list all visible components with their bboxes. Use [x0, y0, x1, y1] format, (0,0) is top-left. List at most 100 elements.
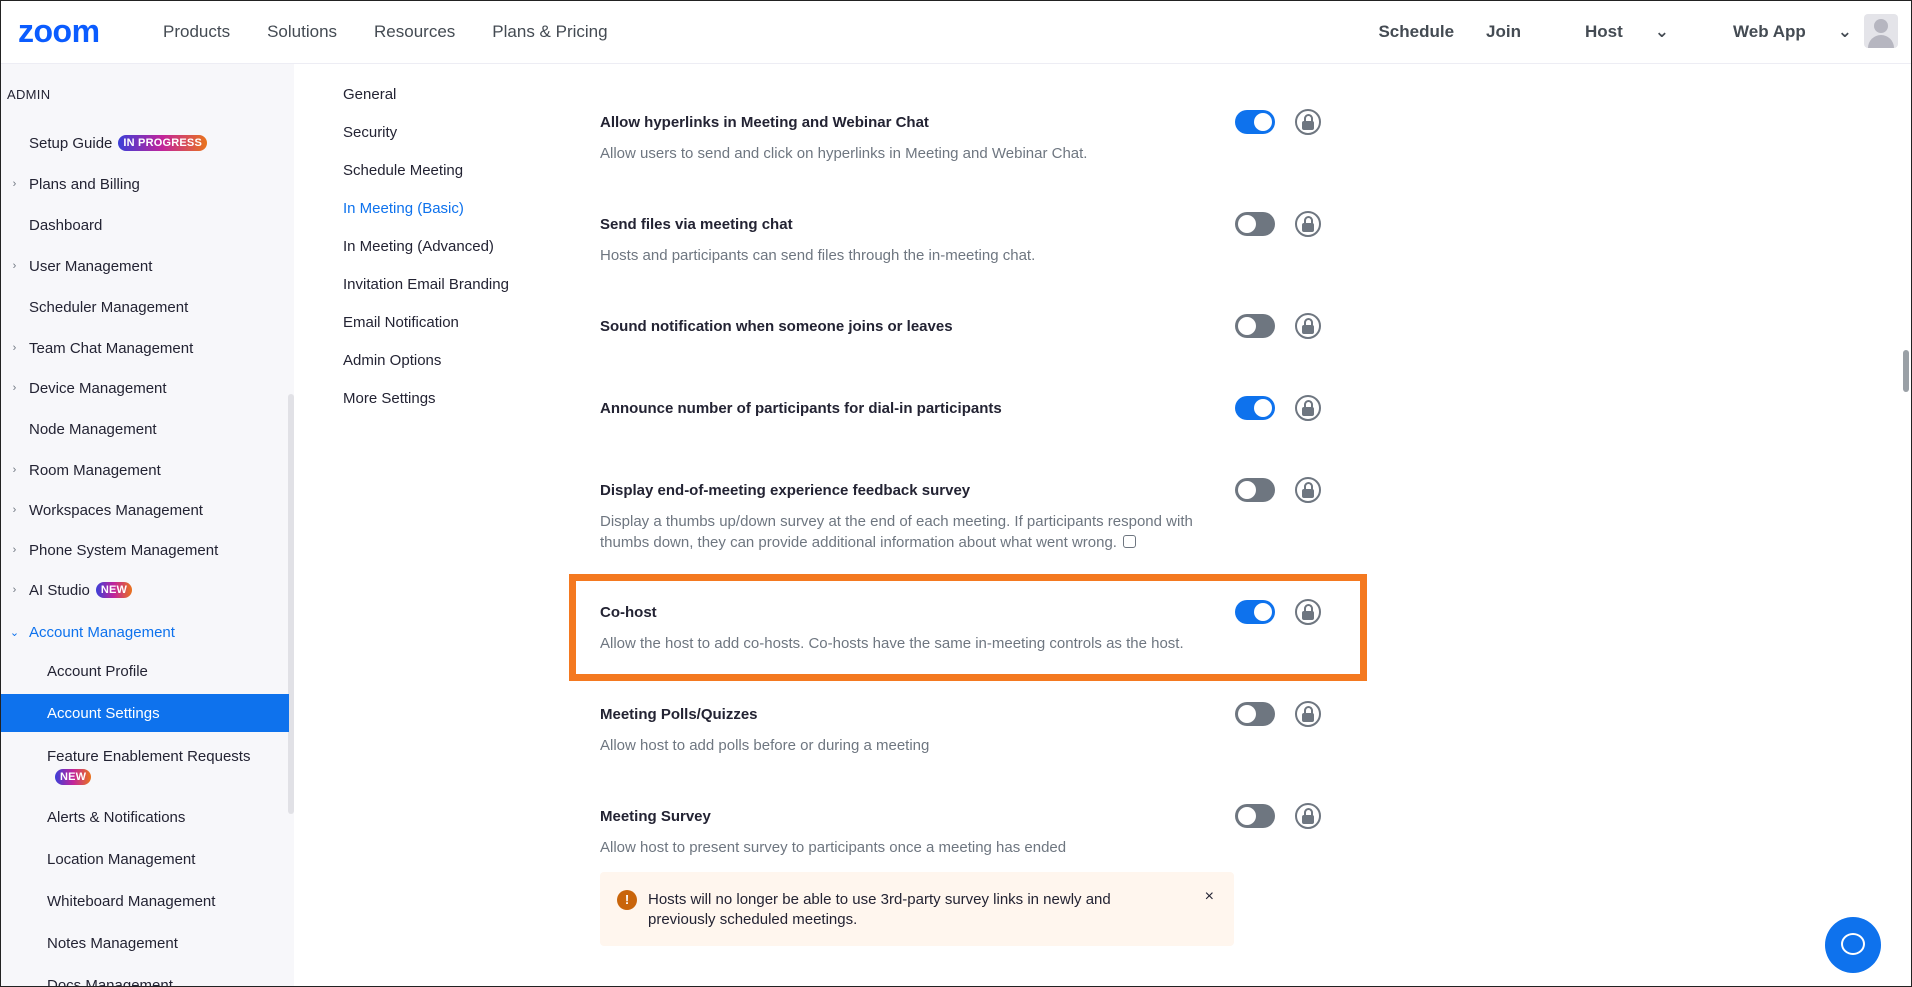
- toggle-feedback-survey[interactable]: [1235, 478, 1275, 502]
- sidebar-item-label: Notes Management: [47, 934, 178, 952]
- setting-desc-meeting-survey: Allow host to present survey to particip…: [600, 839, 1067, 856]
- setting-title-meeting-survey: Meeting Survey: [600, 808, 711, 825]
- settings-tab-admin-options[interactable]: Admin Options: [343, 352, 441, 369]
- sidebar-item-label: Node Management: [29, 420, 157, 438]
- new-badge: NEW: [95, 582, 133, 598]
- lock-icon[interactable]: [1295, 395, 1321, 421]
- nav-resources[interactable]: Resources: [374, 22, 455, 42]
- sidebar-item-ai-studio[interactable]: › AI Studio NEW: [0, 571, 289, 609]
- sidebar-item-notes-management[interactable]: Notes Management: [0, 924, 289, 962]
- nav-solutions[interactable]: Solutions: [267, 22, 337, 42]
- web-app-menu[interactable]: Web App ⌄: [1701, 22, 1852, 42]
- setting-desc-polls: Allow host to add polls before or during…: [600, 737, 930, 754]
- sidebar-item-label: Workspaces Management: [29, 501, 203, 519]
- sidebar-item-label: Phone System Management: [29, 541, 219, 559]
- notice-text: Hosts will no longer be able to use 3rd-…: [648, 891, 1111, 928]
- schedule-link[interactable]: Schedule: [1378, 22, 1454, 42]
- nav-products[interactable]: Products: [163, 22, 230, 42]
- sidebar-item-label: AI Studio: [29, 581, 90, 599]
- sidebar-item-dashboard[interactable]: Dashboard: [0, 206, 289, 244]
- lock-icon[interactable]: [1295, 803, 1321, 829]
- setting-desc-hyperlinks: Allow users to send and click on hyperli…: [600, 145, 1088, 162]
- chevron-right-icon: ›: [12, 382, 17, 394]
- setting-title-feedback-survey: Display end-of-meeting experience feedba…: [600, 482, 971, 499]
- sidebar-item-label: Account Management: [29, 623, 175, 641]
- feature-enablement-badge-wrap: NEW: [47, 767, 92, 785]
- sidebar-item-label: Dashboard: [29, 216, 103, 234]
- info-icon[interactable]: [1122, 535, 1136, 548]
- host-menu[interactable]: Host ⌄: [1553, 22, 1669, 42]
- settings-tab-more-settings[interactable]: More Settings: [343, 390, 436, 407]
- sidebar-item-label: Plans and Billing: [29, 175, 140, 193]
- co-host-highlight-box: [569, 574, 1367, 681]
- sidebar-item-whiteboard-management[interactable]: Whiteboard Management: [0, 882, 289, 920]
- chevron-right-icon: ›: [12, 544, 17, 556]
- sidebar-item-device-management[interactable]: › Device Management: [0, 369, 289, 407]
- web-app-label: Web App: [1733, 22, 1806, 41]
- sidebar-item-node-management[interactable]: Node Management: [0, 410, 289, 448]
- lock-icon[interactable]: [1295, 477, 1321, 503]
- page-scrollbar[interactable]: [1903, 350, 1909, 392]
- sidebar-item-account-settings[interactable]: Account Settings: [0, 694, 289, 732]
- sidebar-item-feature-enablement-requests[interactable]: Feature Enablement Requests: [0, 736, 289, 776]
- host-label: Host: [1585, 22, 1623, 41]
- sidebar-item-label: Alerts & Notifications: [47, 808, 186, 826]
- sidebar-item-account-profile[interactable]: Account Profile: [0, 652, 289, 690]
- setting-title-hyperlinks: Allow hyperlinks in Meeting and Webinar …: [600, 114, 929, 131]
- setting-title-send-files: Send files via meeting chat: [600, 216, 793, 233]
- toggle-announce-participants[interactable]: [1235, 396, 1275, 420]
- lock-icon[interactable]: [1295, 313, 1321, 339]
- sidebar-item-alerts-notifications[interactable]: Alerts & Notifications: [0, 798, 289, 836]
- sidebar-item-docs-management[interactable]: Docs Management: [0, 966, 289, 987]
- sidebar-item-scheduler-management[interactable]: Scheduler Management: [0, 288, 289, 326]
- close-icon[interactable]: ×: [1205, 888, 1214, 906]
- new-badge: NEW: [55, 769, 92, 785]
- sidebar-item-setup-guide[interactable]: Setup Guide IN PROGRESS: [0, 124, 289, 162]
- feedback-desc-text: Display a thumbs up/down survey at the e…: [600, 513, 1193, 551]
- settings-tab-general[interactable]: General: [343, 86, 396, 103]
- avatar[interactable]: [1864, 14, 1898, 48]
- settings-tab-security[interactable]: Security: [343, 124, 397, 141]
- toggle-sound-notification[interactable]: [1235, 314, 1275, 338]
- sidebar-item-location-management[interactable]: Location Management: [0, 840, 289, 878]
- chevron-down-icon: ⌄: [1837, 22, 1852, 41]
- toggle-meeting-survey[interactable]: [1235, 804, 1275, 828]
- lock-icon[interactable]: [1295, 211, 1321, 237]
- sidebar-item-room-management[interactable]: › Room Management: [0, 451, 289, 489]
- join-link[interactable]: Join: [1486, 22, 1521, 42]
- top-navigation: zoom Products Solutions Resources Plans …: [0, 0, 1912, 64]
- sidebar-item-user-management[interactable]: › User Management: [0, 247, 289, 285]
- settings-tab-email-notification[interactable]: Email Notification: [343, 314, 459, 331]
- chat-support-button[interactable]: [1825, 917, 1881, 973]
- sidebar-item-label: Docs Management: [47, 976, 173, 987]
- toggle-send-files[interactable]: [1235, 212, 1275, 236]
- sidebar-item-account-management[interactable]: ⌄ Account Management: [0, 613, 289, 651]
- settings-tab-in-meeting-advanced[interactable]: In Meeting (Advanced): [343, 238, 494, 255]
- setting-title-sound-notification: Sound notification when someone joins or…: [600, 318, 953, 335]
- sidebar-item-label: Whiteboard Management: [47, 892, 216, 910]
- zoom-logo[interactable]: zoom: [18, 13, 100, 50]
- setting-desc-feedback-survey: Display a thumbs up/down survey at the e…: [600, 511, 1220, 553]
- lock-icon[interactable]: [1295, 701, 1321, 727]
- settings-tab-in-meeting-basic[interactable]: In Meeting (Basic): [343, 200, 464, 217]
- warning-icon: !: [617, 890, 637, 910]
- sidebar-item-phone-system-management[interactable]: › Phone System Management: [0, 531, 289, 569]
- nav-plans-pricing[interactable]: Plans & Pricing: [492, 22, 607, 42]
- setting-title-polls: Meeting Polls/Quizzes: [600, 706, 758, 723]
- sidebar-item-label: Team Chat Management: [29, 339, 194, 357]
- sidebar-item-workspaces-management[interactable]: › Workspaces Management: [0, 491, 289, 529]
- sidebar-item-team-chat-management[interactable]: › Team Chat Management: [0, 329, 289, 367]
- sidebar-item-label: Setup Guide: [29, 134, 113, 152]
- chevron-down-icon: ⌄: [1654, 22, 1670, 41]
- status-badge: IN PROGRESS: [118, 135, 208, 151]
- toggle-polls[interactable]: [1235, 702, 1275, 726]
- sidebar-item-plans-billing[interactable]: › Plans and Billing: [0, 165, 289, 203]
- settings-tab-invitation-email-branding[interactable]: Invitation Email Branding: [343, 276, 509, 293]
- sidebar-item-label: User Management: [29, 257, 153, 275]
- lock-icon[interactable]: [1295, 109, 1321, 135]
- settings-tab-schedule-meeting[interactable]: Schedule Meeting: [343, 162, 463, 179]
- sidebar-item-label: Feature Enablement Requests: [47, 747, 251, 765]
- toggle-hyperlinks[interactable]: [1235, 110, 1275, 134]
- admin-section-label: ADMIN: [7, 87, 51, 102]
- chevron-right-icon: ›: [12, 464, 17, 476]
